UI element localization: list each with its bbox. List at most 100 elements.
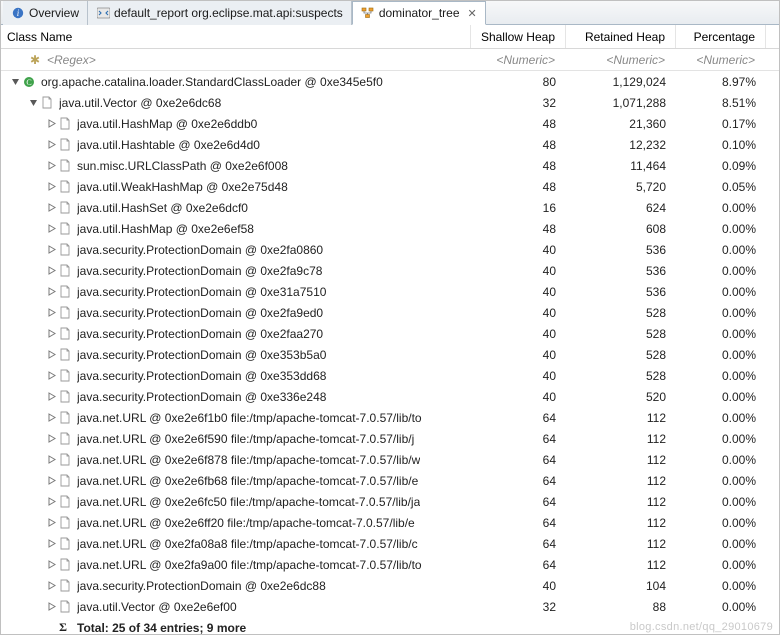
table-row[interactable]: java.util.Vector @ 0xe2e6ef0032880.00% (1, 596, 779, 617)
expand-icon[interactable] (45, 433, 57, 445)
table-row[interactable]: java.net.URL @ 0xe2e6fb68 file:/tmp/apac… (1, 470, 779, 491)
table-row[interactable]: java.net.URL @ 0xe2e6f1b0 file:/tmp/apac… (1, 407, 779, 428)
shallow-cell: 40 (471, 348, 566, 362)
percent-cell: 0.10% (676, 138, 766, 152)
percent-cell: 0.00% (676, 222, 766, 236)
expand-icon[interactable] (45, 307, 57, 319)
name-cell: java.util.HashMap @ 0xe2e6ddb0 (1, 117, 471, 131)
name-cell: ΣTotal: 25 of 34 entries; 9 more (1, 621, 471, 635)
expand-icon[interactable] (45, 328, 57, 340)
filter-percent[interactable]: <Numeric> (676, 49, 766, 70)
table-row[interactable]: java.util.HashMap @ 0xe2e6ddb04821,3600.… (1, 113, 779, 134)
row-label: java.security.ProtectionDomain @ 0xe353d… (77, 369, 326, 383)
retained-cell: 528 (566, 327, 676, 341)
table-row[interactable]: java.net.URL @ 0xe2fa08a8 file:/tmp/apac… (1, 533, 779, 554)
table-row[interactable]: java.security.ProtectionDomain @ 0xe2fa0… (1, 239, 779, 260)
table-row[interactable]: java.util.Vector @ 0xe2e6dc68 321,071,288… (1, 92, 779, 113)
table-row[interactable]: java.net.URL @ 0xe2e6ff20 file:/tmp/apac… (1, 512, 779, 533)
expand-icon[interactable] (45, 139, 57, 151)
retained-cell: 624 (566, 201, 676, 215)
table-row[interactable]: java.net.URL @ 0xe2e6f590 file:/tmp/apac… (1, 428, 779, 449)
name-cell: java.net.URL @ 0xe2e6f590 file:/tmp/apac… (1, 432, 471, 446)
expand-icon[interactable] (45, 601, 57, 613)
expand-icon[interactable] (45, 370, 57, 382)
expand-icon[interactable] (45, 391, 57, 403)
shallow-cell: 48 (471, 138, 566, 152)
column-header-percent[interactable]: Percentage (676, 25, 766, 48)
file-icon (57, 201, 73, 215)
retained-cell: 112 (566, 474, 676, 488)
collapse-icon[interactable] (27, 97, 39, 109)
expand-icon[interactable] (45, 454, 57, 466)
row-label: java.net.URL @ 0xe2e6f590 file:/tmp/apac… (77, 432, 414, 446)
expand-icon[interactable] (45, 496, 57, 508)
table-row[interactable]: java.net.URL @ 0xe2fa9a00 file:/tmp/apac… (1, 554, 779, 575)
shallow-cell: 32 (471, 96, 566, 110)
table-row[interactable]: java.security.ProtectionDomain @ 0xe2e6d… (1, 575, 779, 596)
table-row[interactable]: java.security.ProtectionDomain @ 0xe31a7… (1, 281, 779, 302)
expand-icon[interactable] (45, 517, 57, 529)
table-row[interactable]: Corg.apache.catalina.loader.StandardClas… (1, 71, 779, 92)
name-cell: java.security.ProtectionDomain @ 0xe2fa9… (1, 306, 471, 320)
percent-cell: 0.00% (676, 306, 766, 320)
filter-name[interactable]: ✱ <Regex> (1, 49, 471, 70)
table-row[interactable]: java.security.ProtectionDomain @ 0xe353d… (1, 365, 779, 386)
expand-icon[interactable] (45, 181, 57, 193)
name-cell: java.util.HashMap @ 0xe2e6ef58 (1, 222, 471, 236)
percent-cell: 0.00% (676, 474, 766, 488)
expand-icon[interactable] (45, 223, 57, 235)
total-row[interactable]: ΣTotal: 25 of 34 entries; 9 more (1, 617, 779, 634)
table-row[interactable]: java.security.ProtectionDomain @ 0xe2faa… (1, 323, 779, 344)
column-header-shallow[interactable]: Shallow Heap (471, 25, 566, 48)
table-row[interactable]: java.security.ProtectionDomain @ 0xe2fa9… (1, 260, 779, 281)
expand-icon[interactable] (45, 244, 57, 256)
row-label: java.security.ProtectionDomain @ 0xe2e6d… (77, 579, 326, 593)
file-icon (57, 495, 73, 509)
row-label: java.util.HashSet @ 0xe2e6dcf0 (77, 201, 248, 215)
tree-icon (361, 6, 375, 20)
column-header-name[interactable]: Class Name (1, 25, 471, 48)
expand-icon[interactable] (45, 580, 57, 592)
table-row[interactable]: java.net.URL @ 0xe2e6fc50 file:/tmp/apac… (1, 491, 779, 512)
tab-0[interactable]: iOverview (3, 1, 88, 25)
shallow-cell: 40 (471, 579, 566, 593)
row-label: java.util.Vector @ 0xe2e6dc68 (59, 96, 221, 110)
table-row[interactable]: java.util.Hashtable @ 0xe2e6d4d04812,232… (1, 134, 779, 155)
filter-retained[interactable]: <Numeric> (566, 49, 676, 70)
table-row[interactable]: java.util.HashSet @ 0xe2e6dcf0166240.00% (1, 197, 779, 218)
name-cell: java.security.ProtectionDomain @ 0xe353b… (1, 348, 471, 362)
expand-icon[interactable] (45, 475, 57, 487)
table-row[interactable]: java.net.URL @ 0xe2e6f878 file:/tmp/apac… (1, 449, 779, 470)
expand-icon[interactable] (45, 286, 57, 298)
retained-cell: 1,071,288 (566, 96, 676, 110)
expand-icon[interactable] (45, 538, 57, 550)
expand-icon[interactable] (45, 265, 57, 277)
column-header-retained[interactable]: Retained Heap (566, 25, 676, 48)
expand-icon[interactable] (45, 160, 57, 172)
close-icon[interactable]: ✕ (468, 7, 477, 20)
row-label: java.net.URL @ 0xe2e6f878 file:/tmp/apac… (77, 453, 420, 467)
expand-icon[interactable] (45, 349, 57, 361)
table-row[interactable]: java.security.ProtectionDomain @ 0xe336e… (1, 386, 779, 407)
file-icon (57, 579, 73, 593)
table-row[interactable]: java.security.ProtectionDomain @ 0xe353b… (1, 344, 779, 365)
filter-shallow[interactable]: <Numeric> (471, 49, 566, 70)
tab-1[interactable]: default_report org.eclipse.mat.api:suspe… (88, 1, 352, 25)
table-row[interactable]: java.util.WeakHashMap @ 0xe2e75d48485,72… (1, 176, 779, 197)
tab-2[interactable]: dominator_tree✕ (352, 1, 486, 25)
row-label: org.apache.catalina.loader.StandardClass… (41, 75, 383, 89)
name-cell: java.security.ProtectionDomain @ 0xe31a7… (1, 285, 471, 299)
collapse-icon[interactable] (9, 76, 21, 88)
expand-icon[interactable] (45, 559, 57, 571)
expand-icon[interactable] (45, 202, 57, 214)
table-row[interactable]: sun.misc.URLClassPath @ 0xe2e6f0084811,4… (1, 155, 779, 176)
shallow-cell: 64 (471, 474, 566, 488)
expand-icon[interactable] (45, 412, 57, 424)
file-icon (57, 432, 73, 446)
table-row[interactable]: java.security.ProtectionDomain @ 0xe2fa9… (1, 302, 779, 323)
retained-cell: 112 (566, 495, 676, 509)
tree-body: Corg.apache.catalina.loader.StandardClas… (1, 71, 779, 634)
table-row[interactable]: java.util.HashMap @ 0xe2e6ef58486080.00% (1, 218, 779, 239)
shallow-cell: 48 (471, 117, 566, 131)
expand-icon[interactable] (45, 118, 57, 130)
